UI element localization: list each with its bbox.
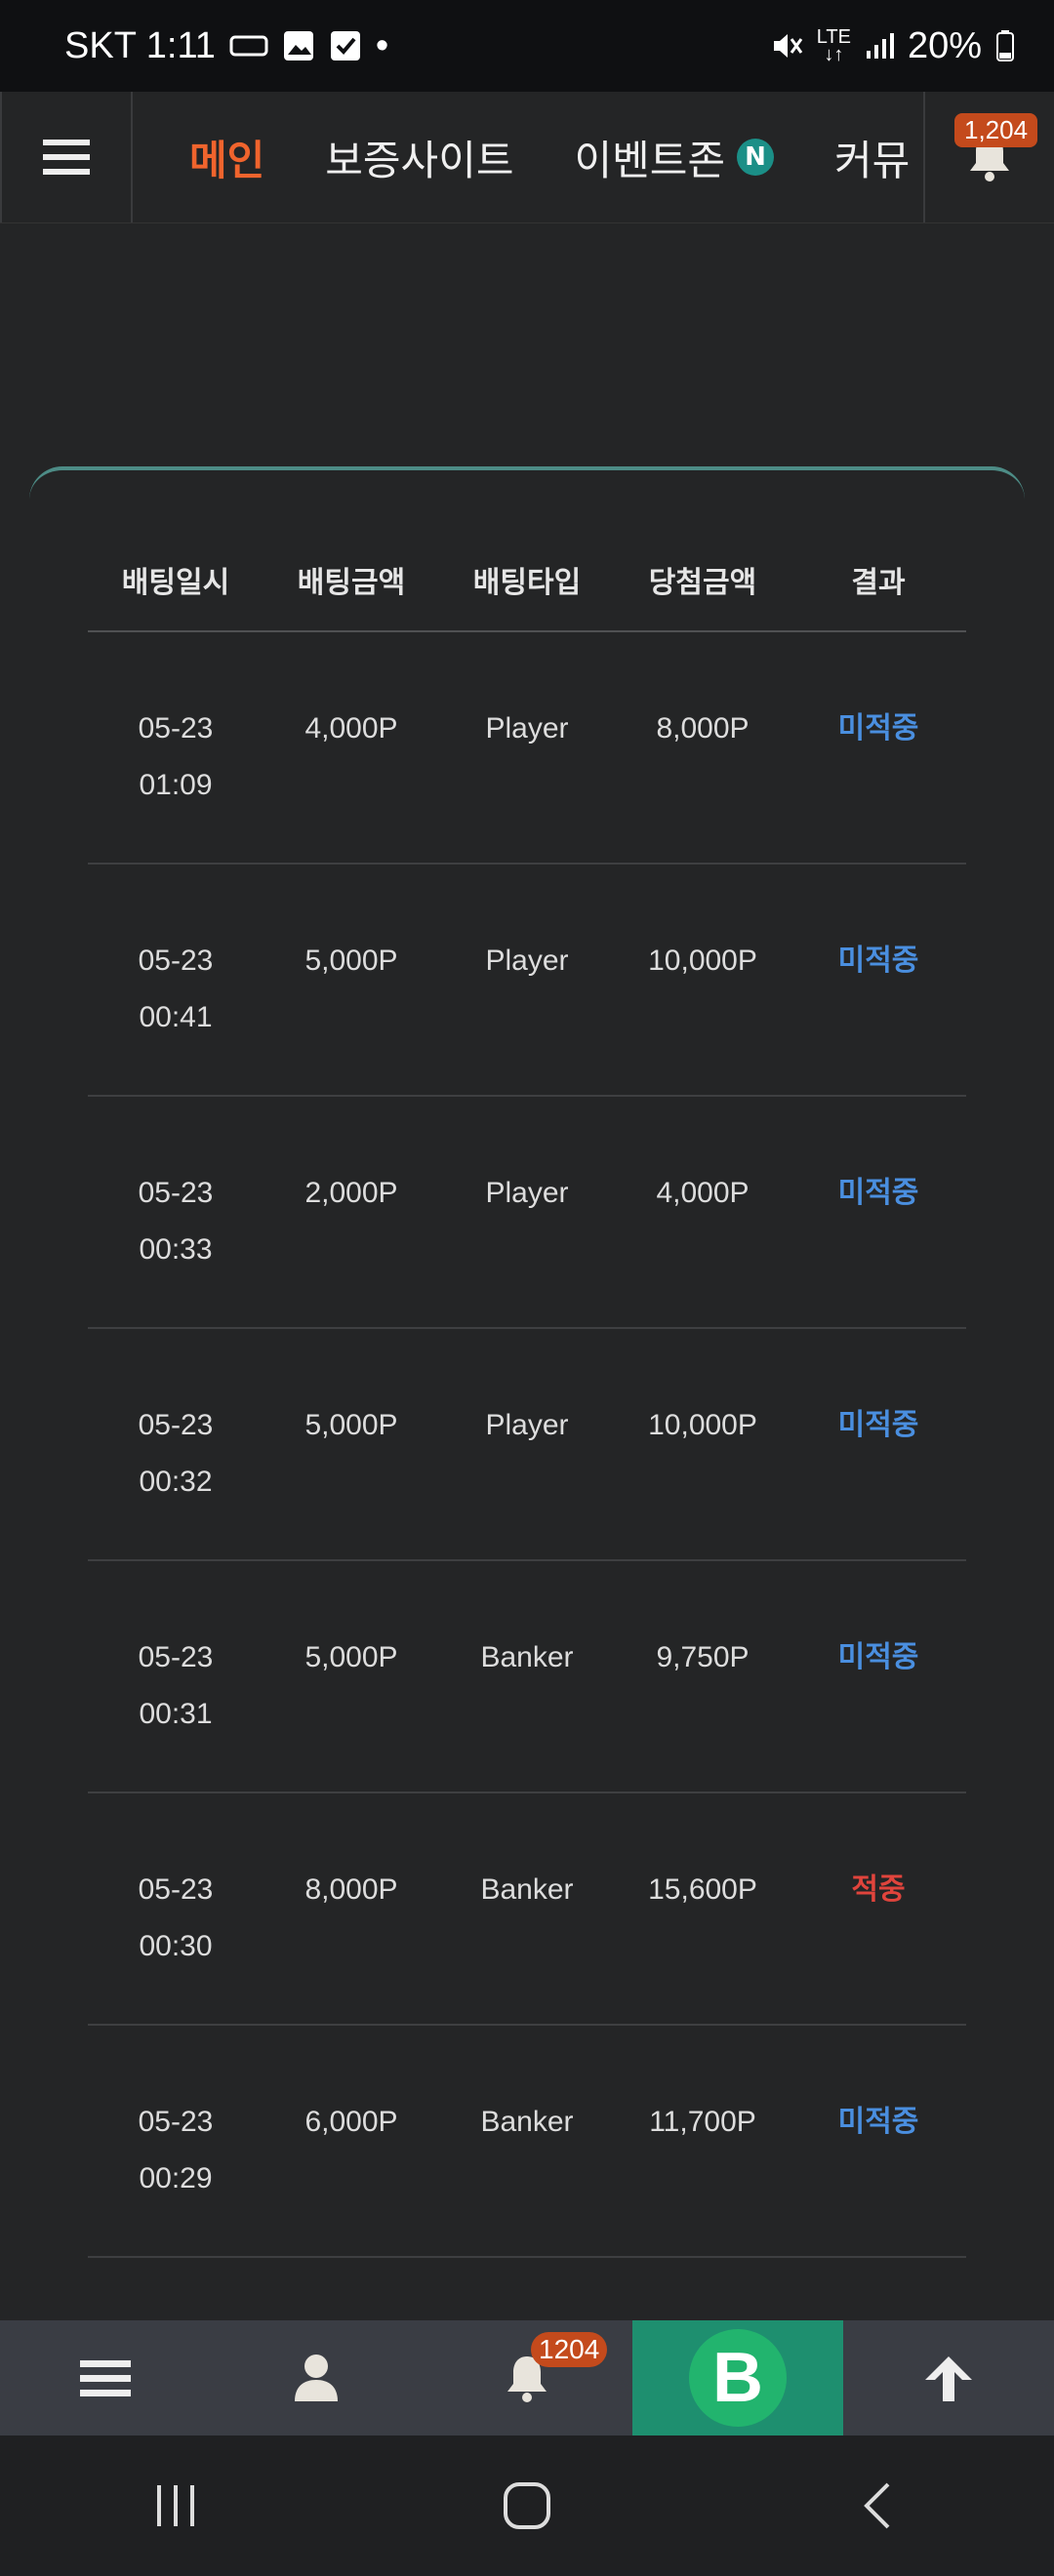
table-row: 05-23 00:30 8,000P Banker 15,600P 적중: [88, 1793, 966, 2026]
user-icon: [295, 2355, 338, 2401]
table-row: 05-23 00:31 5,000P Banker 9,750P 미적중: [88, 1561, 966, 1793]
win-amount: 10,000P: [648, 945, 757, 977]
bet-amount: 6,000P: [304, 2106, 398, 2138]
home-icon: [504, 2482, 550, 2529]
tab-community[interactable]: 커뮤: [834, 128, 910, 187]
back-icon: [864, 2482, 890, 2529]
bet-amount: 5,000P: [304, 1641, 398, 1673]
bet-amount: 2,000P: [304, 1177, 398, 1209]
bet-type: Banker: [480, 1641, 574, 1673]
tab-main[interactable]: 메인: [189, 128, 264, 187]
header-win-amount: 당첨금액: [648, 566, 757, 600]
bet-type: Player: [485, 945, 569, 977]
battery-icon: [995, 29, 1015, 62]
win-amount: 11,700P: [649, 2106, 756, 2138]
nav-tabs: 메인 보증사이트 이벤트존 N 커뮤: [129, 92, 923, 222]
bet-type: Banker: [480, 1873, 574, 1906]
table-row: 05-23 00:29 6,000P Banker 11,700P 미적중: [88, 2026, 966, 2258]
hamburger-menu-button[interactable]: [0, 92, 133, 222]
bet-type: Banker: [480, 2106, 574, 2138]
result-status: 적중: [851, 1872, 906, 1907]
recent-apps-icon: [157, 2485, 194, 2526]
tab-event-zone[interactable]: 이벤트존 N: [574, 128, 775, 187]
header-bet-type: 배팅타입: [472, 566, 582, 600]
win-amount: 4,000P: [656, 1177, 750, 1209]
battery-percent: 20%: [907, 24, 982, 66]
notification-bell-button[interactable]: 1,204: [923, 92, 1054, 222]
result-status: 미적중: [837, 2105, 919, 2139]
hamburger-icon: [80, 2360, 131, 2396]
bet-amount: 4,000P: [304, 712, 398, 745]
back-button[interactable]: [820, 2457, 937, 2555]
bet-type: Player: [485, 1177, 569, 1209]
bet-amount: 5,000P: [304, 1409, 398, 1441]
scroll-top-button[interactable]: [843, 2320, 1054, 2435]
bet-datetime: 05-23 00:41: [138, 945, 214, 1033]
bet-type: Player: [485, 712, 569, 745]
header-bet-amount: 배팅금액: [297, 566, 406, 600]
tab-event-zone-label: 이벤트존: [574, 136, 726, 184]
win-amount: 10,000P: [648, 1409, 757, 1441]
header-bet-datetime: 배팅일시: [121, 566, 230, 600]
bottom-app-bar: 1204 B: [0, 2320, 1054, 2435]
bet-datetime: 05-23 00:29: [138, 2106, 214, 2194]
win-amount: 8,000P: [656, 712, 750, 745]
result-status: 미적중: [837, 1408, 919, 1442]
status-right: LTE ↓↑ 20%: [770, 0, 1015, 92]
app-notification-icon: [229, 31, 268, 60]
signal-icon: [865, 31, 894, 60]
bet-datetime: 05-23 00:32: [138, 1409, 214, 1498]
brand-logo-icon: B: [689, 2329, 787, 2427]
bet-amount: 8,000P: [304, 1873, 398, 1906]
table-header: 배팅일시 배팅금액 배팅타입 당첨금액 결과: [88, 558, 966, 632]
win-amount: 9,750P: [656, 1641, 750, 1673]
result-status: 미적중: [837, 1176, 919, 1210]
bet-datetime: 05-23 00:30: [138, 1873, 214, 1962]
bet-amount: 5,000P: [304, 945, 398, 977]
table-row: 05-23 01:09 4,000P Player 8,000P 미적중: [88, 632, 966, 865]
notification-count-badge: 1204: [531, 2332, 608, 2367]
arrow-up-icon: [925, 2356, 972, 2401]
bottom-menu-button[interactable]: [0, 2320, 211, 2435]
notification-count-badge: 1,204: [954, 113, 1038, 147]
recent-apps-button[interactable]: [117, 2457, 234, 2555]
bet-type: Player: [485, 1409, 569, 1441]
top-navigation: 메인 보증사이트 이벤트존 N 커뮤 1,204: [0, 92, 1054, 223]
table-row: 05-23 00:32 5,000P Player 10,000P 미적중: [88, 1329, 966, 1561]
status-left: SKT 1:11 •: [64, 0, 388, 92]
bet-datetime: 05-23 00:33: [138, 1177, 214, 1266]
dot-icon: •: [375, 24, 389, 66]
bet-datetime: 05-23 01:09: [138, 712, 214, 801]
system-navigation-bar: [0, 2435, 1054, 2576]
hamburger-icon: [43, 140, 90, 175]
gallery-icon: [282, 29, 315, 62]
result-status: 미적중: [837, 944, 919, 978]
new-badge: N: [737, 139, 775, 176]
check-icon: [329, 29, 362, 62]
lte-icon: LTE ↓↑: [816, 26, 851, 65]
result-status: 미적중: [837, 1640, 919, 1674]
bet-datetime: 05-23 00:31: [138, 1641, 214, 1730]
tab-verified-sites[interactable]: 보증사이트: [325, 128, 513, 187]
betting-history-card: 배팅일시 배팅금액 배팅타입 당첨금액 결과 05-23 01:09 4,000P…: [29, 466, 1025, 2324]
result-status: 미적중: [837, 711, 919, 745]
mute-icon: [770, 29, 803, 62]
win-amount: 15,600P: [648, 1873, 757, 1906]
status-bar: SKT 1:11 • LTE ↓↑ 20%: [0, 0, 1054, 92]
brand-home-button[interactable]: B: [632, 2320, 843, 2435]
home-button[interactable]: [468, 2457, 586, 2555]
bottom-notification-button[interactable]: 1204: [422, 2320, 632, 2435]
header-result: 결과: [851, 566, 906, 600]
profile-button[interactable]: [211, 2320, 422, 2435]
table-row: 05-23 00:41 5,000P Player 10,000P 미적중: [88, 865, 966, 1097]
carrier-time: SKT 1:11: [64, 24, 216, 66]
table-row: 05-23 00:33 2,000P Player 4,000P 미적중: [88, 1097, 966, 1329]
